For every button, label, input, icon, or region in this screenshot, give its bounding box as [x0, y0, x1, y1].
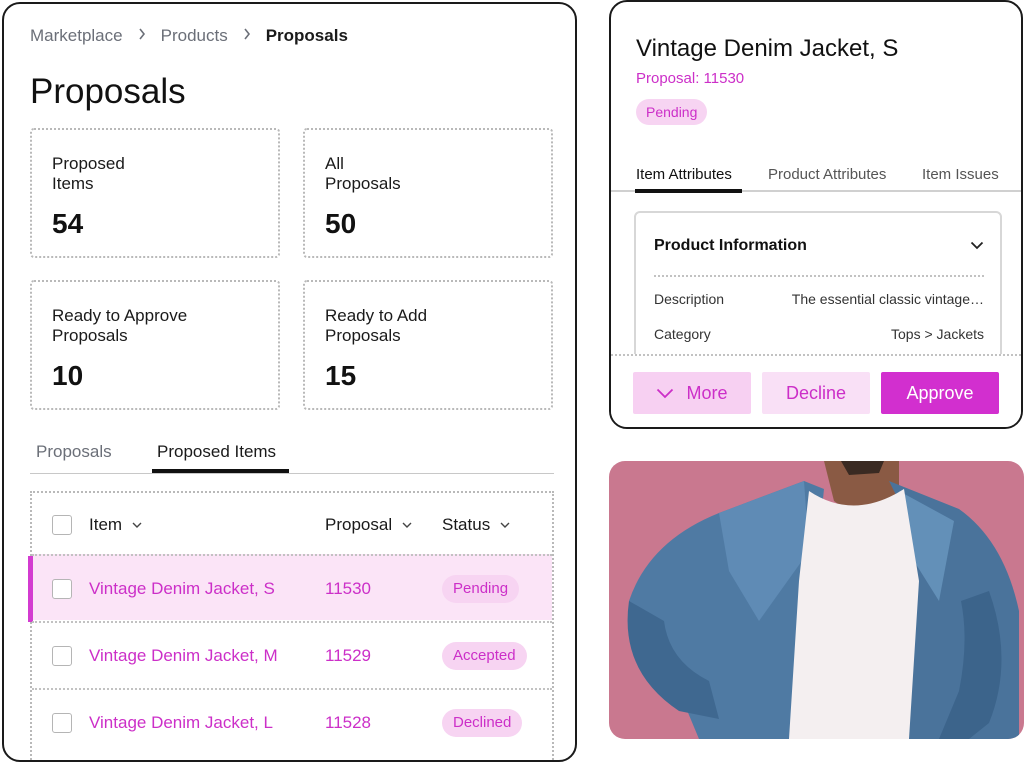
row-checkbox[interactable] — [52, 713, 72, 733]
chevron-down-icon — [132, 519, 142, 531]
chevron-down-icon — [402, 519, 412, 531]
breadcrumb: Marketplace Products Proposals — [30, 26, 348, 46]
item-detail-panel: Vintage Denim Jacket, S Proposal: 11530 … — [609, 0, 1023, 429]
breadcrumb-marketplace[interactable]: Marketplace — [30, 26, 123, 46]
detail-proposal-number[interactable]: Proposal: 11530 — [636, 70, 744, 87]
breadcrumb-products[interactable]: Products — [161, 26, 228, 46]
chevron-down-icon[interactable] — [970, 237, 984, 255]
item-link[interactable]: Vintage Denim Jacket, M — [89, 646, 278, 666]
proposal-link[interactable]: 11530 — [325, 579, 371, 599]
action-bar: More Decline Approve — [611, 354, 1021, 427]
stat-card-proposed-items[interactable]: Proposed Items 54 — [30, 128, 280, 258]
section-title: Product Information — [654, 237, 807, 254]
stat-label: All Proposals — [325, 154, 401, 193]
stat-card-ready-to-add[interactable]: Ready to Add Proposals 15 — [303, 280, 553, 410]
detail-title: Vintage Denim Jacket, S — [636, 35, 899, 62]
stat-value: 15 — [325, 360, 357, 391]
table-row[interactable]: Vintage Denim Jacket, M 11529 Accepted — [32, 621, 552, 687]
stat-label: Proposed Items — [52, 154, 125, 193]
stat-card-all-proposals[interactable]: All Proposals 50 — [303, 128, 553, 258]
breadcrumb-proposals: Proposals — [265, 26, 348, 45]
field-value-category: Tops > Jackets — [891, 326, 984, 342]
tab-item-issues[interactable]: Item Issues — [922, 166, 999, 183]
chevron-right-icon — [243, 27, 251, 45]
proposal-link[interactable]: 11529 — [325, 646, 371, 666]
status-badge: Pending — [442, 575, 520, 603]
decline-button[interactable]: Decline — [762, 372, 870, 414]
chevron-down-icon — [500, 519, 510, 531]
status-badge: Pending — [636, 99, 708, 125]
product-photo — [609, 461, 1024, 739]
selected-row-indicator — [28, 556, 33, 622]
approve-button[interactable]: Approve — [881, 372, 999, 414]
stat-card-ready-to-approve[interactable]: Ready to Approve Proposals 10 — [30, 280, 280, 410]
more-button-label: More — [686, 382, 728, 403]
item-link[interactable]: Vintage Denim Jacket, L — [89, 713, 273, 733]
field-label-category: Category — [654, 326, 711, 342]
tab-proposals[interactable]: Proposals — [36, 442, 112, 462]
chevron-right-icon — [138, 27, 146, 45]
field-value-description: The essential classic vintage… — [791, 291, 984, 307]
select-all-checkbox[interactable] — [52, 515, 72, 535]
row-checkbox[interactable] — [52, 646, 72, 666]
column-header-proposal[interactable]: Proposal — [325, 515, 412, 535]
proposed-items-table: Item Proposal Status Vintage Denim Jacke… — [28, 491, 554, 760]
stat-value: 50 — [325, 208, 357, 239]
tab-proposed-items[interactable]: Proposed Items — [157, 442, 276, 462]
active-tab-indicator — [152, 469, 289, 473]
column-header-item[interactable]: Item — [89, 515, 142, 535]
proposal-link[interactable]: 11528 — [325, 713, 371, 733]
stat-value: 54 — [52, 208, 84, 239]
tab-bar: Proposals Proposed Items — [30, 434, 554, 474]
active-tab-indicator — [635, 189, 742, 193]
stat-label: Ready to Approve Proposals — [52, 306, 188, 345]
status-badge: Accepted — [442, 642, 527, 670]
proposals-panel: Marketplace Products Proposals Proposals… — [2, 2, 577, 762]
status-badge: Declined — [442, 709, 523, 737]
field-label-description: Description — [654, 291, 725, 307]
section-divider — [654, 275, 984, 277]
column-header-status[interactable]: Status — [442, 515, 510, 535]
tab-product-attributes[interactable]: Product Attributes — [768, 166, 886, 183]
row-checkbox[interactable] — [52, 579, 72, 599]
table-row[interactable]: Vintage Denim Jacket, S 11530 Pending — [28, 554, 552, 622]
tab-item-attributes[interactable]: Item Attributes — [636, 166, 732, 183]
more-button[interactable]: More — [633, 372, 751, 414]
stat-value: 10 — [52, 360, 84, 391]
stat-label: Ready to Add Proposals — [325, 306, 428, 345]
item-link[interactable]: Vintage Denim Jacket, S — [89, 579, 275, 599]
page-title: Proposals — [30, 72, 186, 111]
table-row[interactable]: Vintage Denim Jacket, L 11528 Declined — [32, 688, 552, 754]
chevron-down-icon — [656, 388, 674, 399]
